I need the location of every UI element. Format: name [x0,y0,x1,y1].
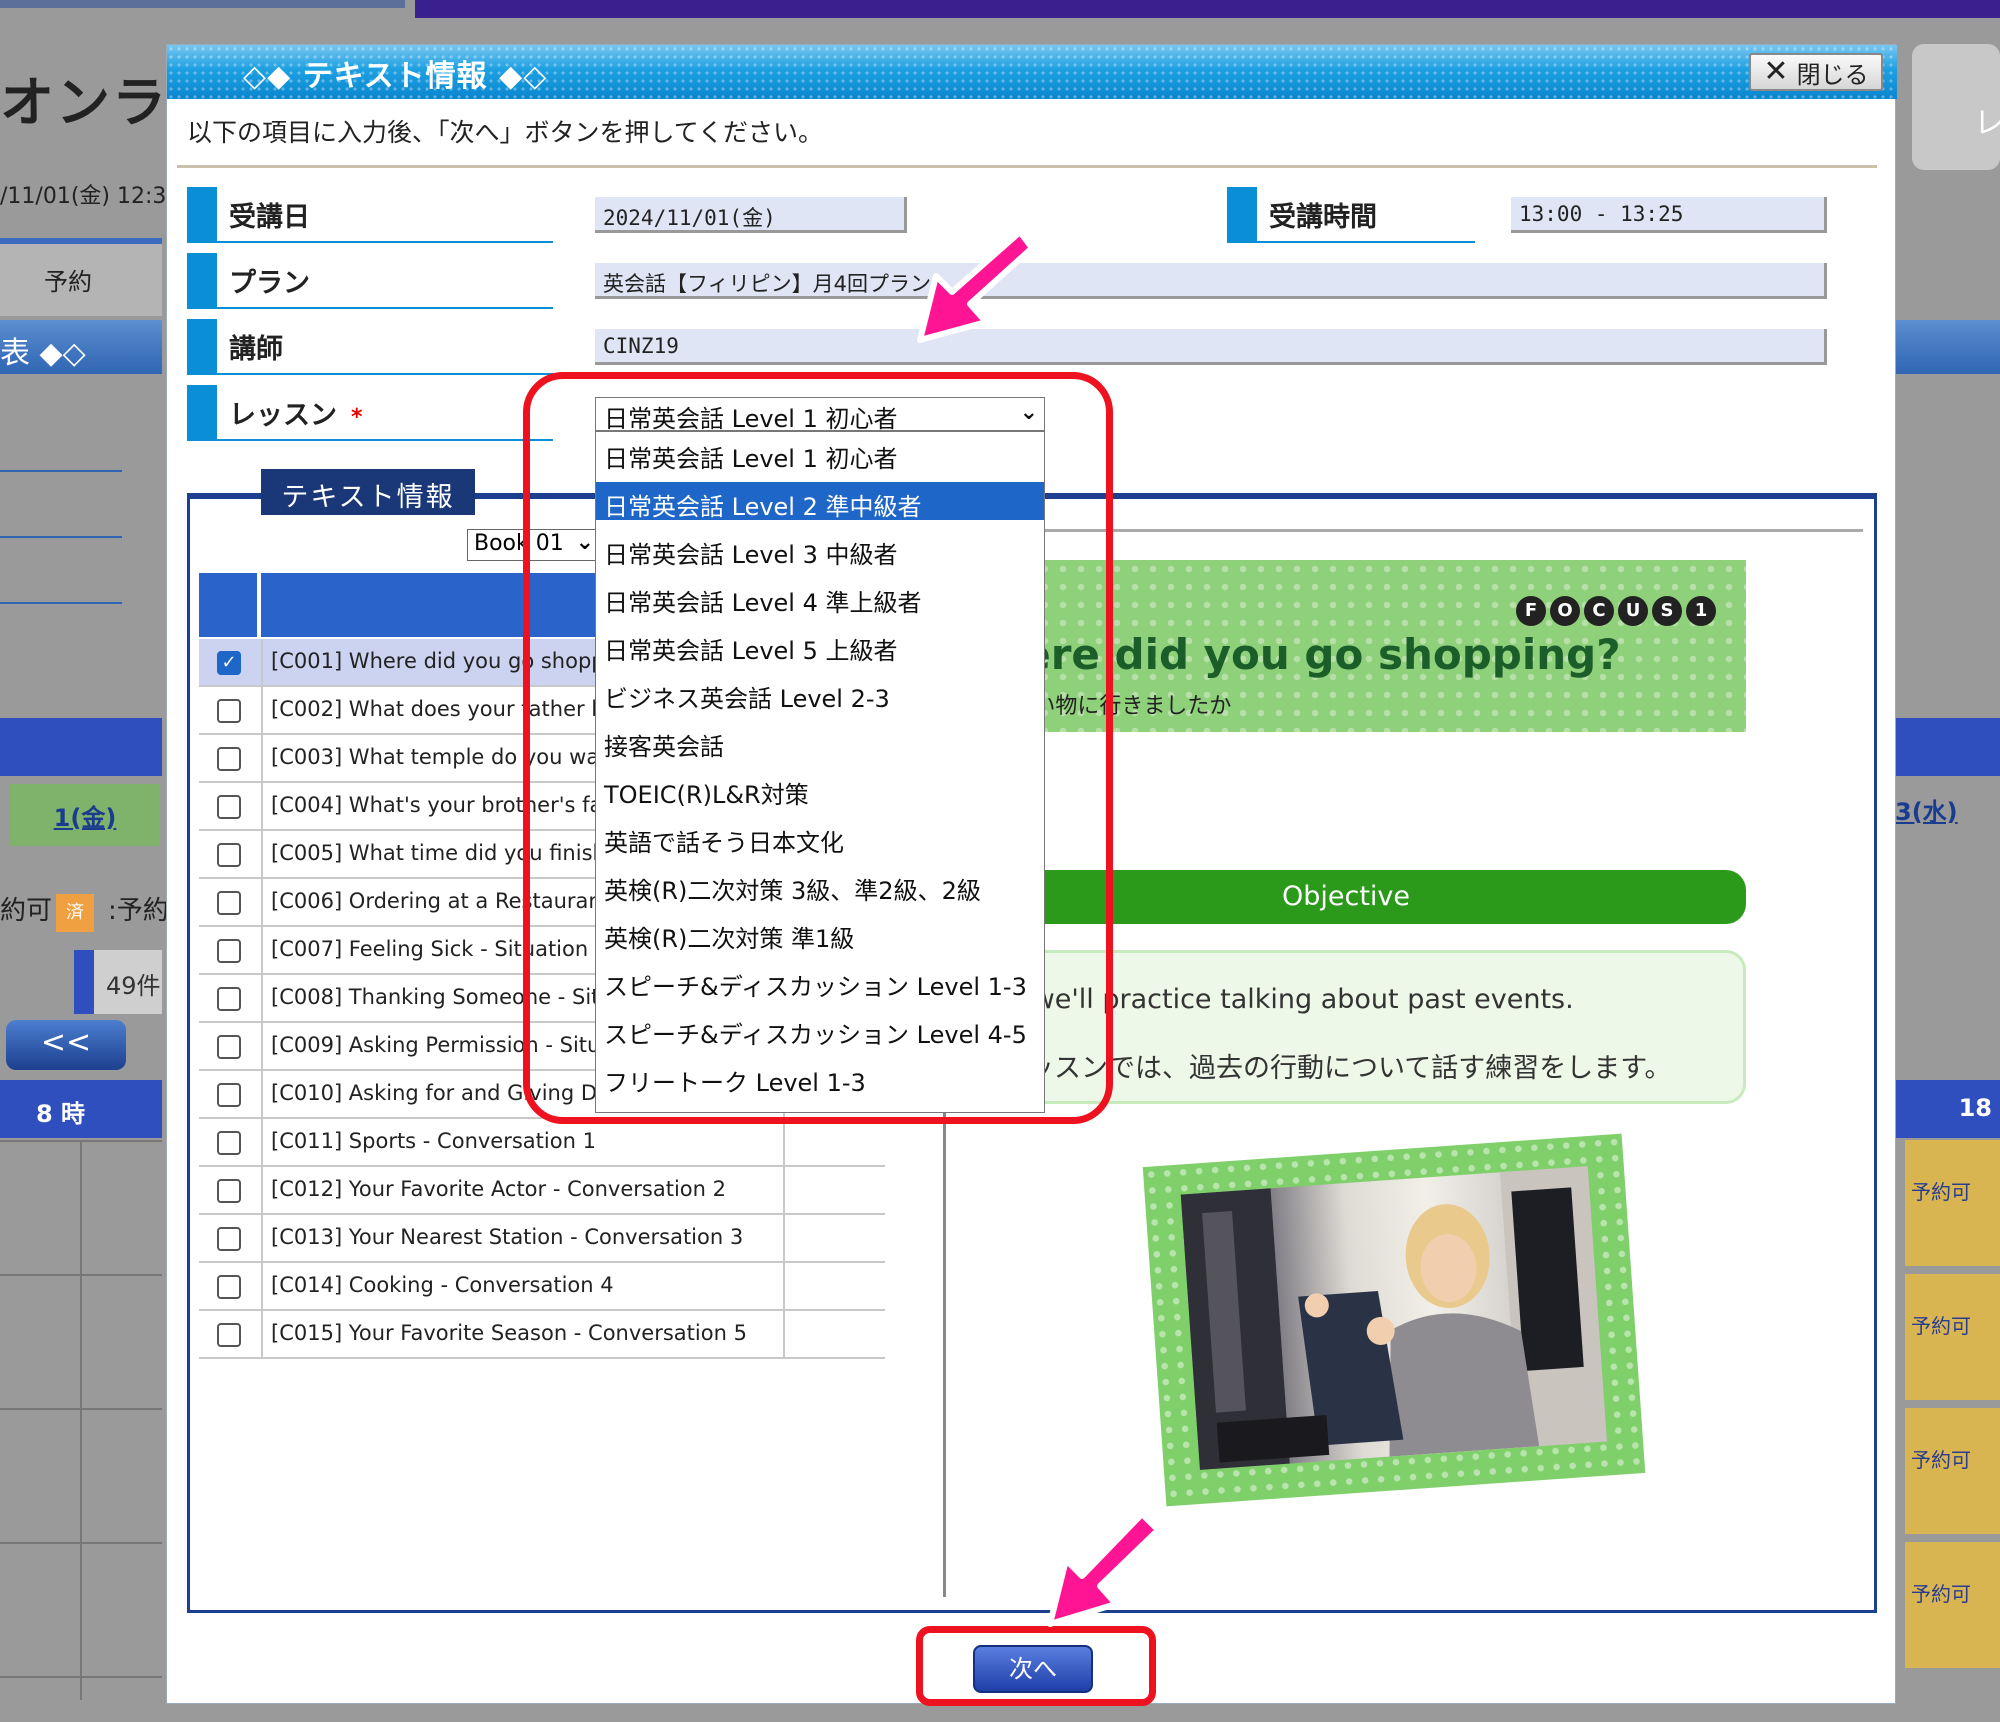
background-legend-ok: 約可 [0,896,53,926]
lesson-checkbox[interactable] [217,1275,241,1299]
background-count: 49件 [74,950,162,1014]
header-check-column [199,573,259,637]
shopping-woman-illustration [1180,1166,1607,1470]
lesson-checkbox[interactable] [217,891,241,915]
lesson-title-cell: [C011] Sports - Conversation 1 [261,1119,845,1167]
focus-badge: 1 [1686,596,1716,626]
time-value: 13:00 - 13:25 [1511,197,1827,233]
pointer-arrow-icon [1047,1511,1161,1627]
background-top-line [0,0,405,8]
cell-divider [783,1311,785,1359]
background-legend-reserved: :予約 [108,896,169,926]
plan-label: プラン [187,253,553,309]
lesson-row[interactable]: [C014] Cooking - Conversation 4 [199,1263,885,1311]
background-hour-header: 8 時 [0,1080,162,1138]
lesson-label-text: レッスン [229,400,337,431]
lesson-row[interactable]: [C012] Your Favorite Actor - Conversatio… [199,1167,885,1215]
date-value: 2024/11/01(金) [595,197,907,233]
background-slot[interactable]: 予約可 [1905,1274,2000,1400]
lesson-checkbox[interactable] [217,987,241,1011]
lesson-title-cell: [C015] Your Favorite Season - Conversati… [261,1311,845,1359]
background-calendar-header-right [1895,718,2000,776]
plan-value: 英会話【フィリピン】月4回プラン [595,263,1827,299]
background-day-link-right[interactable]: 3(水) [1895,792,1958,827]
focus-badges: FOCUS1 [1516,596,1716,626]
lesson-title-cell: [C014] Cooking - Conversation 4 [261,1263,845,1311]
instruction-text: 以下の項目に入力後、「次へ」ボタンを押してください。 [187,118,824,147]
lesson-checkbox[interactable] [217,939,241,963]
cell-divider [783,1167,785,1215]
close-icon: ✕ [1763,54,1789,89]
date-label: 受講日 [187,187,553,243]
reserve-tab-label: 予約 [44,268,92,296]
lesson-photo [1180,1166,1607,1470]
focus-badge: U [1618,596,1648,626]
background-schedule-grid [0,1140,162,1700]
lesson-checkbox[interactable] [217,699,241,723]
background-divider [0,536,122,538]
dialog-title: ◇◆ テキスト情報 ◆◇ [243,59,548,94]
lesson-checkbox[interactable] [217,747,241,771]
focus-badge: C [1584,596,1614,626]
focus-badge: S [1652,596,1682,626]
background-blue-strip-left: 表 ◆◇ [0,320,162,374]
lesson-row[interactable]: [C015] Your Favorite Season - Conversati… [199,1311,885,1359]
background-slot[interactable]: 予約可 [1905,1408,2000,1534]
background-date-time: /11/01(金) 12:3 [0,184,167,209]
text-info-legend: テキスト情報 [261,469,475,515]
background-top-bar [415,0,2000,18]
required-mark: * [351,405,363,430]
background-right-panel: レ [1912,44,2000,170]
lesson-checkbox[interactable] [217,1083,241,1107]
background-slot[interactable]: 予約可 [1905,1140,2000,1266]
lesson-highlight-frame [523,372,1113,1124]
lesson-title-cell: [C012] Your Favorite Actor - Conversatio… [261,1167,845,1215]
close-label: 閉じる [1796,60,1869,89]
background-legend-badge: 済 [56,894,94,932]
lesson-checkbox[interactable]: ✓ [217,651,241,675]
background-calendar-header-left [0,718,162,776]
teacher-label: 講師 [187,319,553,375]
cell-divider [783,1119,785,1167]
background-prev-button[interactable]: << [6,1020,126,1070]
lesson-row[interactable]: [C013] Your Nearest Station - Conversati… [199,1215,885,1263]
cell-divider [783,1263,785,1311]
background-divider [0,470,122,472]
teacher-value: CINZ19 [595,329,1827,365]
dialog-header: ◇◆ テキスト情報 ◆◇ ✕ 閉じる [167,45,1897,99]
background-hour-header-right: 18 [1895,1080,2000,1138]
background-slot[interactable]: 予約可 [1905,1542,2000,1668]
lesson-checkbox[interactable] [217,1131,241,1155]
lesson-label: レッスン * [187,385,553,441]
next-highlight-frame [916,1626,1156,1706]
cell-divider [783,1215,785,1263]
lesson-checkbox[interactable] [217,843,241,867]
background-blue-strip-right [1895,320,2000,374]
lesson-checkbox[interactable] [217,1227,241,1251]
lesson-checkbox[interactable] [217,1323,241,1347]
lesson-photo-frame [1142,1133,1646,1507]
lesson-title-cell: [C013] Your Nearest Station - Conversati… [261,1215,845,1263]
time-label: 受講時間 [1227,187,1475,243]
lesson-checkbox[interactable] [217,1035,241,1059]
focus-badge: O [1550,596,1580,626]
close-button[interactable]: ✕ 閉じる [1749,53,1883,91]
lesson-row[interactable]: [C011] Sports - Conversation 1 [199,1119,885,1167]
focus-badge: F [1516,596,1546,626]
background-day-link[interactable]: 1(金) [10,784,160,846]
lesson-checkbox[interactable] [217,795,241,819]
lesson-checkbox[interactable] [217,1179,241,1203]
background-divider [0,602,122,604]
background-reserve-tab[interactable]: 予約 [0,238,162,316]
pointer-arrow-icon [917,229,1035,343]
divider [177,165,1877,168]
